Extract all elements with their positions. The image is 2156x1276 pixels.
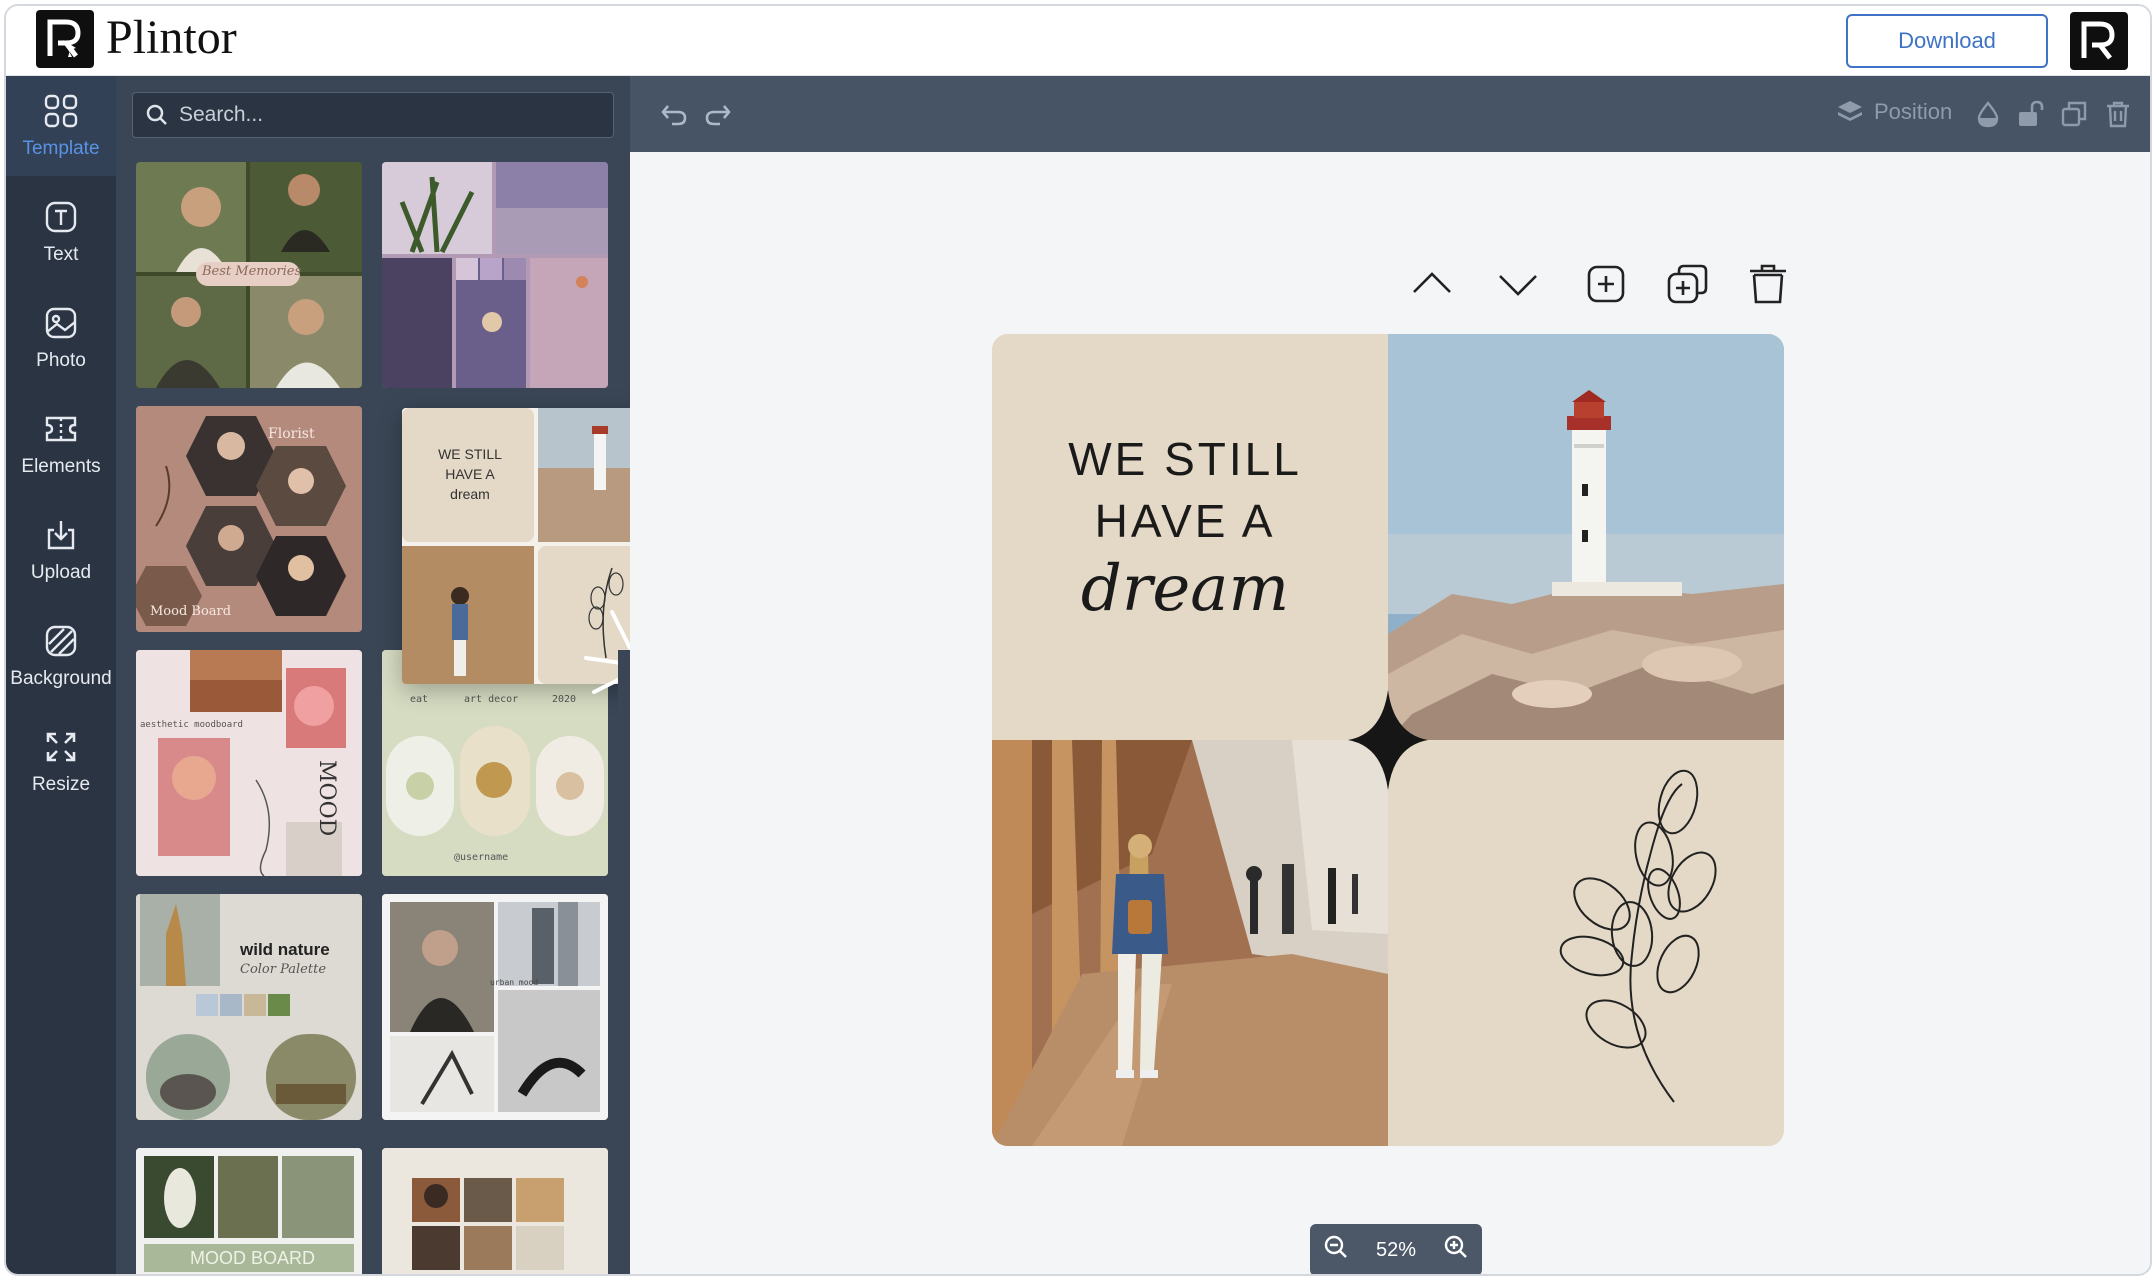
app-name: Plintor	[106, 11, 237, 64]
zoom-control: 52%	[1310, 1224, 1482, 1274]
logo-icon	[36, 10, 94, 68]
sidebar-item-resize[interactable]: Resize	[6, 712, 116, 812]
template-thumbnail[interactable]: wild nature Color Palette	[136, 894, 362, 1120]
sidebar-item-label: Photo	[36, 350, 86, 371]
sidebar-item-label: Background	[10, 668, 112, 689]
resize-icon	[42, 728, 80, 766]
sidebar-item-label: Elements	[21, 456, 101, 477]
elements-icon	[42, 410, 80, 448]
design-artboard[interactable]: WE STILL HAVE A dream	[992, 334, 1784, 1146]
redo-icon[interactable]	[704, 100, 732, 128]
unlock-icon[interactable]	[2016, 100, 2044, 128]
grid-icon	[42, 92, 80, 130]
template-thumbnail[interactable]: Florist Mood Board	[136, 406, 362, 632]
template-thumbnail[interactable]: Best Memories	[136, 162, 362, 388]
zoom-level: 52%	[1375, 1238, 1417, 1261]
sidebar-item-template[interactable]: Template	[6, 76, 116, 176]
trash-icon[interactable]	[2104, 100, 2132, 128]
zoom-in-icon[interactable]	[1443, 1234, 1469, 1266]
add-page-icon[interactable]	[1584, 262, 1628, 306]
background-icon	[42, 622, 80, 660]
headline-line-1[interactable]: WE STILL	[992, 432, 1378, 486]
template-thumbnail[interactable]: aesthetic moodboard MOOD	[136, 650, 362, 876]
template-caption: WE STILL HAVE A dream	[438, 446, 502, 502]
sidebar-item-elements[interactable]: Elements	[6, 394, 116, 494]
template-caption: aesthetic moodboard	[140, 720, 243, 730]
template-thumbnail[interactable]: MOOD BOARD	[136, 1148, 362, 1274]
editor-toolbar: Position	[630, 76, 2150, 152]
layers-icon	[1838, 101, 1862, 121]
sidebar: Template Text Photo Elements Upload Back…	[6, 76, 116, 1274]
lighthouse-photo	[1388, 334, 1784, 740]
duplicate-page-icon[interactable]	[1666, 262, 1710, 306]
sidebar-item-upload[interactable]: Upload	[6, 500, 116, 600]
template-caption: urban mood	[490, 978, 539, 987]
sidebar-item-background[interactable]: Background	[6, 606, 116, 706]
download-button[interactable]: Download	[1846, 14, 2048, 68]
headline-script[interactable]: dream	[992, 552, 1378, 626]
photo-icon	[42, 304, 80, 342]
template-caption: Color Palette	[240, 962, 327, 977]
template-caption: MOOD	[314, 760, 339, 837]
sidebar-item-label: Template	[22, 138, 100, 159]
sidebar-item-label: Resize	[31, 774, 91, 795]
position-button[interactable]: Position	[1836, 98, 1952, 126]
sidebar-item-text[interactable]: Text	[6, 182, 116, 282]
chevron-down-icon[interactable]	[1496, 262, 1540, 306]
position-label: Position	[1874, 99, 1953, 124]
opacity-icon[interactable]	[1974, 100, 2002, 128]
template-caption: Best Memories	[202, 264, 302, 279]
template-caption: eat	[410, 694, 429, 705]
zoom-out-icon[interactable]	[1323, 1234, 1349, 1266]
app-window: Plintor Download Template Text Photo Ele…	[4, 4, 2152, 1276]
template-caption: @username	[454, 852, 509, 863]
sidebar-item-photo[interactable]: Photo	[6, 288, 116, 388]
chevron-up-icon[interactable]	[1410, 262, 1454, 306]
duplicate-icon[interactable]	[2060, 100, 2088, 128]
delete-page-icon[interactable]	[1746, 262, 1790, 306]
template-thumbnail[interactable]	[382, 1148, 608, 1274]
undo-icon[interactable]	[660, 100, 688, 128]
search-placeholder: Search...	[179, 103, 264, 126]
top-bar: Plintor Download	[6, 6, 2150, 76]
template-caption: wild nature	[240, 940, 330, 959]
sidebar-item-label: Upload	[30, 562, 92, 583]
template-caption: MOOD BOARD	[190, 1248, 316, 1268]
search-icon	[146, 104, 167, 125]
headline-line-2[interactable]: HAVE A	[992, 494, 1378, 548]
template-caption: Mood Board	[150, 604, 232, 619]
sidebar-item-label: Text	[43, 244, 79, 265]
template-caption: Florist	[268, 426, 315, 442]
search-input[interactable]: Search...	[132, 92, 614, 138]
gallery-photo	[992, 740, 1388, 1146]
avatar[interactable]	[2070, 12, 2128, 70]
template-thumbnail[interactable]	[382, 162, 608, 388]
template-caption: art decor	[464, 694, 519, 705]
upload-icon	[42, 516, 80, 554]
text-icon	[42, 198, 80, 236]
template-thumbnail[interactable]: urban mood	[382, 894, 608, 1120]
